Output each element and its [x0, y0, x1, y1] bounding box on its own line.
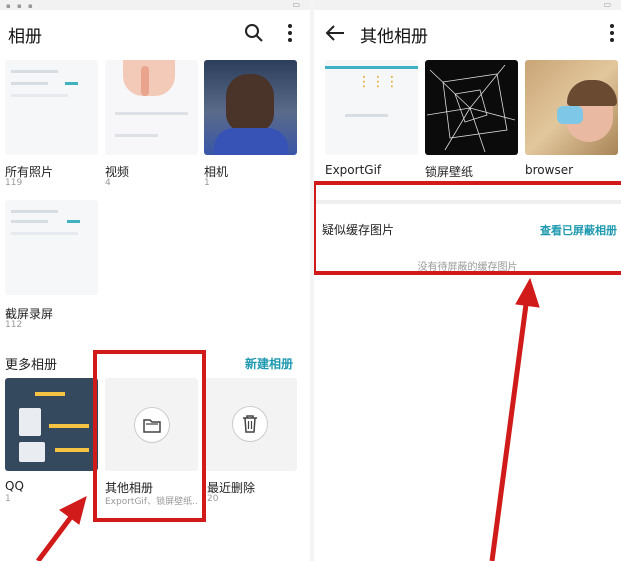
more-vertical-icon[interactable]	[606, 22, 618, 44]
album-name: ExportGif	[325, 163, 382, 177]
album-name: QQ	[5, 479, 24, 493]
album-count: 112	[5, 320, 23, 330]
annotation-highlight-box	[93, 350, 206, 522]
album-count: 1	[204, 178, 210, 188]
album-count: 1	[5, 494, 11, 504]
album-count: 20	[207, 494, 219, 504]
battery-icon: ▭	[292, 0, 300, 9]
gallery-panel: ▪ ▪ ▪ ▭ 相册 所有照片 119 视频 4 相机 1 截屏录屏 112 更…	[0, 0, 310, 561]
other-albums-panel: ▭ 其他相册 ⋮⋮⋮ ExportGif 锁屏壁纸 browser 疑似缓存图片…	[314, 0, 621, 561]
more-vertical-icon[interactable]	[282, 22, 298, 44]
album-thumbnail-video[interactable]	[105, 60, 198, 155]
album-thumbnail-camera[interactable]	[204, 60, 297, 155]
page-title: 相册	[8, 27, 42, 47]
signal-icon: ▪ ▪ ▪	[6, 2, 35, 10]
back-arrow-icon[interactable]	[324, 22, 346, 44]
album-thumbnail-qq[interactable]	[5, 378, 98, 471]
album-thumbnail-lockscreen-wallpaper[interactable]	[425, 60, 518, 155]
status-bar: ▪ ▪ ▪ ▭	[0, 0, 310, 10]
album-name: 锁屏壁纸	[425, 165, 474, 179]
battery-icon: ▭	[603, 0, 611, 9]
page-title: 其他相册	[360, 27, 428, 47]
album-thumbnail-exportgif[interactable]: ⋮⋮⋮	[325, 60, 418, 155]
album-count: 4	[105, 178, 111, 188]
trash-icon	[232, 406, 268, 442]
album-thumbnail-recently-deleted[interactable]	[204, 378, 297, 471]
search-icon[interactable]	[243, 22, 265, 44]
new-album-link[interactable]: 新建相册	[245, 355, 293, 372]
status-bar: ▭	[314, 0, 621, 10]
album-name: browser	[525, 163, 574, 177]
album-thumbnail-all-photos[interactable]	[5, 60, 98, 155]
annotation-highlight-box	[314, 181, 621, 275]
section-title-more-albums: 更多相册	[5, 358, 58, 373]
album-thumbnail-browser[interactable]	[525, 60, 618, 155]
album-count: 119	[5, 178, 23, 188]
album-thumbnail-screenshots[interactable]	[5, 200, 98, 295]
